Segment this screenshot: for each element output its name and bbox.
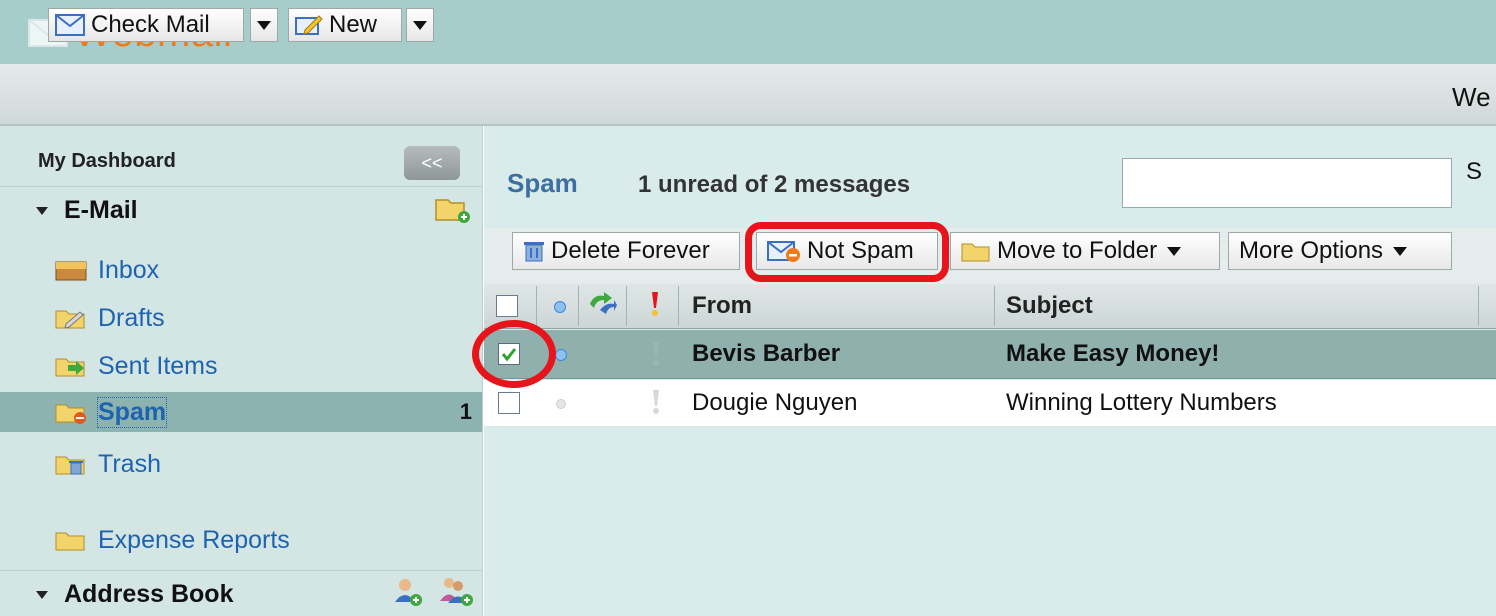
email-section-label: E-Mail <box>64 196 138 224</box>
divider <box>0 570 482 571</box>
drafts-icon <box>54 306 90 330</box>
unread-count: 1 <box>459 399 472 424</box>
new-label: New <box>329 11 378 38</box>
annotation-highlight-checkbox <box>472 320 556 388</box>
column-header-from[interactable]: From <box>692 284 752 328</box>
address-book-label: Address Book <box>64 580 234 608</box>
new-button[interactable]: New <box>288 8 402 42</box>
folder-label: Inbox <box>98 255 160 284</box>
folder-expense-reports[interactable]: Expense Reports <box>54 520 290 560</box>
new-folder-icon[interactable] <box>434 194 472 224</box>
expand-caret-icon <box>36 206 48 215</box>
new-dropdown[interactable] <box>406 8 434 42</box>
folder-label: Drafts <box>98 303 165 332</box>
inbox-icon <box>54 258 90 282</box>
dropdown-arrow-icon <box>413 20 427 30</box>
folder-message-count: 1 unread of 2 messages <box>638 171 911 198</box>
message-subject[interactable]: Make Easy Money! <box>1006 330 1219 378</box>
compose-icon <box>295 15 323 35</box>
spam-folder-icon <box>54 400 90 424</box>
column-header-subject[interactable]: Subject <box>1006 284 1093 328</box>
column-divider <box>536 286 537 326</box>
welcome-text: We <box>1452 82 1491 112</box>
folder-label: Sent Items <box>98 351 218 380</box>
folder-label: Trash <box>98 449 161 478</box>
folder-label: Expense Reports <box>98 525 290 554</box>
expand-caret-icon <box>36 590 48 599</box>
folder-title: Spam <box>507 168 578 198</box>
column-divider <box>678 286 679 326</box>
folder-label: Spam <box>96 396 168 428</box>
message-checkbox[interactable] <box>498 392 520 414</box>
message-subject[interactable]: Winning Lottery Numbers <box>1006 380 1277 426</box>
check-mail-label: Check Mail <box>91 11 210 38</box>
email-section-header[interactable]: E-Mail <box>36 196 138 225</box>
trash-can-icon <box>524 242 544 262</box>
priority-flag-icon[interactable] <box>652 340 660 368</box>
more-options-button[interactable]: More Options <box>1228 232 1452 270</box>
priority-column-icon[interactable] <box>650 290 660 318</box>
read-status-column-icon[interactable] <box>554 301 566 313</box>
read-dot-icon[interactable] <box>556 399 566 409</box>
reply-forward-column-icon[interactable] <box>586 290 618 316</box>
sent-items-icon <box>54 354 90 378</box>
column-divider <box>1478 286 1479 326</box>
dropdown-arrow-icon <box>1393 246 1408 256</box>
more-options-label: More Options <box>1239 237 1384 264</box>
priority-flag-icon[interactable] <box>652 388 660 416</box>
add-contact-icon[interactable] <box>392 576 426 608</box>
address-book-section-header[interactable]: Address Book <box>36 580 233 609</box>
message-sender[interactable]: Dougie Nguyen <box>692 380 857 426</box>
dropdown-arrow-icon <box>1167 246 1182 256</box>
trash-icon <box>54 452 90 476</box>
folder-trash[interactable]: Trash 2 <box>54 444 579 484</box>
column-divider <box>994 286 995 326</box>
message-row[interactable] <box>484 380 1496 427</box>
dashboard-title: My Dashboard <box>38 150 176 172</box>
folder-icon <box>54 528 90 552</box>
delete-forever-label: Delete Forever <box>551 237 710 264</box>
folder-spam[interactable]: Spam 1 <box>0 392 482 432</box>
message-row[interactable] <box>484 330 1496 379</box>
column-divider <box>626 286 627 326</box>
move-to-folder-button[interactable]: Move to Folder <box>950 232 1220 270</box>
search-input[interactable] <box>1122 158 1452 208</box>
check-mail-button[interactable]: Check Mail <box>48 8 244 42</box>
move-to-folder-label: Move to Folder <box>997 237 1158 264</box>
message-sender[interactable]: Bevis Barber <box>692 330 840 378</box>
search-button[interactable]: S <box>1466 158 1496 208</box>
divider <box>0 186 482 187</box>
folder-sent-items[interactable]: Sent Items <box>54 346 218 386</box>
dropdown-arrow-icon <box>257 20 271 30</box>
unread-dot-icon[interactable] <box>555 349 567 361</box>
column-divider <box>578 286 579 326</box>
select-all-checkbox[interactable] <box>496 295 518 317</box>
annotation-highlight-not-spam <box>745 222 949 282</box>
add-group-icon[interactable] <box>438 574 476 608</box>
folder-drafts[interactable]: Drafts <box>54 298 165 338</box>
main-toolbar <box>0 64 1496 126</box>
check-mail-dropdown[interactable] <box>250 8 278 42</box>
message-table-header <box>484 284 1496 329</box>
collapse-sidebar-button[interactable]: << <box>404 146 460 180</box>
folder-icon <box>961 243 990 262</box>
folder-inbox[interactable]: Inbox <box>54 250 159 290</box>
mail-icon <box>55 14 85 36</box>
delete-forever-button[interactable]: Delete Forever <box>512 232 740 270</box>
